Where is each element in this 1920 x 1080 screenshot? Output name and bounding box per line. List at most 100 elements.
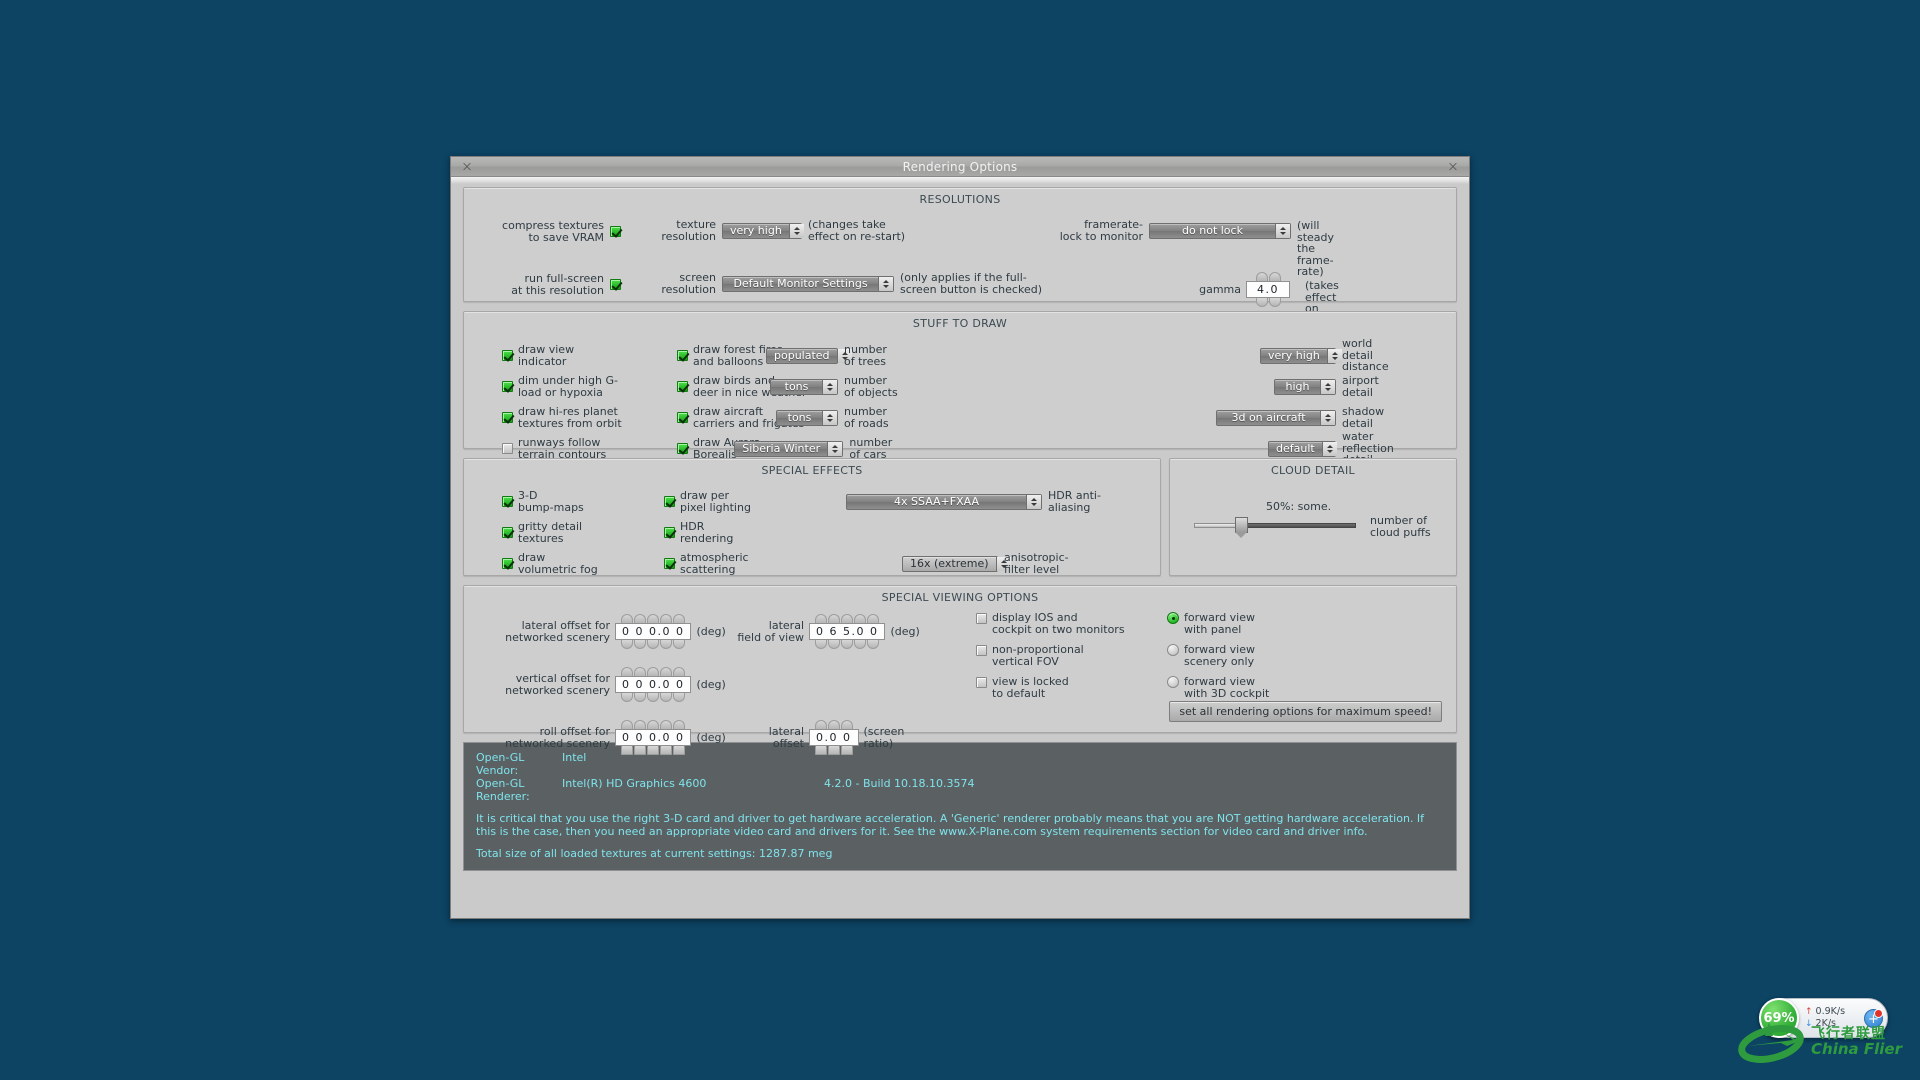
number-of-objects-row[interactable]: tons number of objects [734, 371, 904, 402]
texture-resolution-row[interactable]: texture resolution very high (changes ta… [654, 219, 905, 242]
checkbox-item[interactable]: gritty detail textures [502, 517, 598, 548]
chevron-updown-icon[interactable] [1326, 348, 1342, 363]
hdr-antialiasing-row[interactable]: 4x SSAA+FXAA HDR anti- aliasing [846, 490, 1101, 513]
draw-view-indicator-checkbox[interactable] [502, 350, 513, 361]
bump-maps-checkbox[interactable] [502, 496, 513, 507]
checkbox-item[interactable]: atmospheric scattering [664, 548, 751, 579]
gamma-value[interactable]: 4.0 [1246, 281, 1290, 298]
checkbox-item[interactable]: display IOS and cockpit on two monitors [976, 612, 1125, 644]
lateral-offset-row[interactable]: lateral offset 0.0 0 (screen ratio) [754, 720, 904, 755]
gritty-detail-textures-checkbox[interactable] [502, 527, 513, 538]
decrease-arrows[interactable] [815, 640, 880, 649]
aircraft-carriers-checkbox[interactable] [677, 412, 688, 423]
increase-arrows[interactable] [815, 614, 880, 623]
decrease-arrows[interactable] [621, 693, 686, 702]
checkbox-item[interactable]: draw per pixel lighting [664, 486, 751, 517]
vertical-offset-scenery-value[interactable]: 0 0 0.0 0 [615, 676, 692, 693]
compress-textures-row[interactable]: compress textures to save VRAM [494, 220, 621, 243]
airport-detail-dropdown[interactable]: high [1274, 378, 1336, 395]
decrease-arrows[interactable] [814, 746, 853, 755]
birds-deer-checkbox[interactable] [677, 381, 688, 392]
hires-planet-textures-checkbox[interactable] [502, 412, 513, 423]
increase-arrows[interactable] [621, 667, 686, 676]
number-of-roads-row[interactable]: tons number of roads [734, 402, 904, 433]
lateral-offset-scenery-stepper[interactable]: 0 0 0.0 0 [615, 614, 692, 649]
decrease-arrows[interactable] [621, 640, 686, 649]
chevron-updown-icon[interactable] [788, 223, 804, 238]
checkbox-item[interactable]: non-proportional vertical FOV [976, 644, 1125, 676]
aurora-borealis-checkbox[interactable] [677, 443, 688, 454]
number-of-trees-dropdown[interactable]: populated [766, 347, 852, 364]
vertical-offset-scenery-row[interactable]: vertical offset for networked scenery 0 … [484, 667, 726, 702]
forward-view-3d-cockpit-radio[interactable] [1167, 676, 1179, 688]
anisotropic-filter-dropdown[interactable]: 16x (extreme) [902, 555, 1011, 572]
increase-arrows[interactable] [621, 720, 686, 729]
screen-resolution-dropdown[interactable]: Default Monitor Settings [722, 275, 894, 292]
gamma-row[interactable]: gamma 4.0 (takes effect on restart) [1197, 272, 1346, 326]
forest-fires-balloons-checkbox[interactable] [677, 350, 688, 361]
slider-knob[interactable] [1235, 517, 1248, 538]
close-icon[interactable]: × [459, 159, 475, 175]
gamma-decrease-arrows[interactable] [1255, 298, 1281, 307]
chevron-updown-icon[interactable] [1320, 379, 1335, 394]
roll-offset-scenery-stepper[interactable]: 0 0 0.0 0 [615, 720, 692, 755]
hdr-antialiasing-dropdown[interactable]: 4x SSAA+FXAA [846, 493, 1042, 510]
roll-offset-scenery-row[interactable]: roll offset for networked scenery 0 0 0.… [484, 720, 726, 755]
close-icon-right[interactable]: × [1445, 159, 1461, 175]
chevron-updown-icon[interactable] [822, 410, 837, 425]
dim-under-g-load-checkbox[interactable] [502, 381, 513, 392]
shadow-detail-row[interactable]: 3d on aircraft shadow detail [1156, 402, 1384, 433]
number-of-cars-dropdown[interactable]: Siberia Winter [734, 440, 844, 457]
checkbox-item[interactable]: 3-D bump-maps [502, 486, 598, 517]
checkbox-item[interactable]: draw view indicator [502, 340, 622, 371]
non-proportional-vertical-fov-checkbox[interactable] [976, 645, 987, 656]
vertical-offset-scenery-stepper[interactable]: 0 0 0.0 0 [615, 667, 692, 702]
chevron-updown-icon[interactable] [878, 276, 893, 291]
anisotropic-filter-row[interactable]: 16x (extreme) anisotropic- filter level [902, 552, 1069, 575]
lateral-fov-stepper[interactable]: 0 6 5.0 0 [809, 614, 886, 649]
number-of-trees-row[interactable]: populated number of trees [734, 340, 904, 371]
checkbox-item[interactable]: draw hi-res planet textures from orbit [502, 402, 622, 433]
fullscreen-checkbox[interactable] [610, 279, 621, 290]
shadow-detail-dropdown[interactable]: 3d on aircraft [1216, 409, 1336, 426]
lateral-offset-value[interactable]: 0.0 0 [809, 729, 859, 746]
decrease-arrows[interactable] [621, 746, 686, 755]
view-locked-to-default-checkbox[interactable] [976, 677, 987, 688]
forward-view-scenery-only-radio[interactable] [1167, 644, 1179, 656]
increase-arrows[interactable] [814, 720, 853, 729]
lateral-offset-stepper[interactable]: 0.0 0 [809, 720, 859, 755]
checkbox-item[interactable]: dim under high G- load or hypoxia [502, 371, 622, 402]
chevron-updown-icon[interactable] [1321, 441, 1337, 456]
screen-resolution-row[interactable]: screen resolution Default Monitor Settin… [654, 272, 1042, 295]
gamma-increase-arrows[interactable] [1255, 272, 1281, 281]
hdr-rendering-checkbox[interactable] [664, 527, 675, 538]
number-of-roads-dropdown[interactable]: tons [776, 409, 838, 426]
texture-resolution-dropdown[interactable]: very high [722, 222, 804, 239]
lateral-fov-row[interactable]: lateral field of view 0 6 5.0 0 (deg) [730, 614, 920, 649]
set-max-speed-button[interactable]: set all rendering options for maximum sp… [1169, 701, 1442, 722]
world-detail-distance-dropdown[interactable]: very high [1260, 347, 1342, 364]
chevron-updown-icon[interactable] [1026, 494, 1041, 509]
chevron-updown-icon[interactable] [1275, 223, 1290, 238]
lateral-fov-value[interactable]: 0 6 5.0 0 [809, 623, 886, 640]
checkbox-item[interactable]: view is locked to default [976, 676, 1125, 708]
cloud-puffs-slider[interactable] [1194, 517, 1356, 538]
display-ios-two-monitors-checkbox[interactable] [976, 613, 987, 624]
checkbox-item[interactable]: HDR rendering [664, 517, 751, 548]
compress-textures-checkbox[interactable] [610, 226, 621, 237]
radio-item[interactable]: forward view with panel [1167, 612, 1269, 644]
number-of-objects-dropdown[interactable]: tons [770, 378, 838, 395]
fullscreen-row[interactable]: run full-screen at this resolution [494, 273, 621, 296]
gamma-stepper[interactable]: 4.0 [1246, 272, 1290, 307]
chevron-updown-icon[interactable] [822, 379, 837, 394]
airport-detail-row[interactable]: high airport detail [1156, 371, 1379, 402]
radio-item[interactable]: forward view scenery only [1167, 644, 1269, 676]
roll-offset-scenery-value[interactable]: 0 0 0.0 0 [615, 729, 692, 746]
runways-follow-contours-checkbox[interactable] [502, 443, 513, 454]
atmospheric-scattering-checkbox[interactable] [664, 558, 675, 569]
volumetric-fog-checkbox[interactable] [502, 558, 513, 569]
increase-arrows[interactable] [621, 614, 686, 623]
world-detail-distance-row[interactable]: very high world detail distance [1156, 338, 1389, 372]
chevron-updown-icon[interactable] [827, 441, 843, 456]
framerate-lock-row[interactable]: framerate- lock to monitor do not lock (… [1057, 219, 1334, 277]
